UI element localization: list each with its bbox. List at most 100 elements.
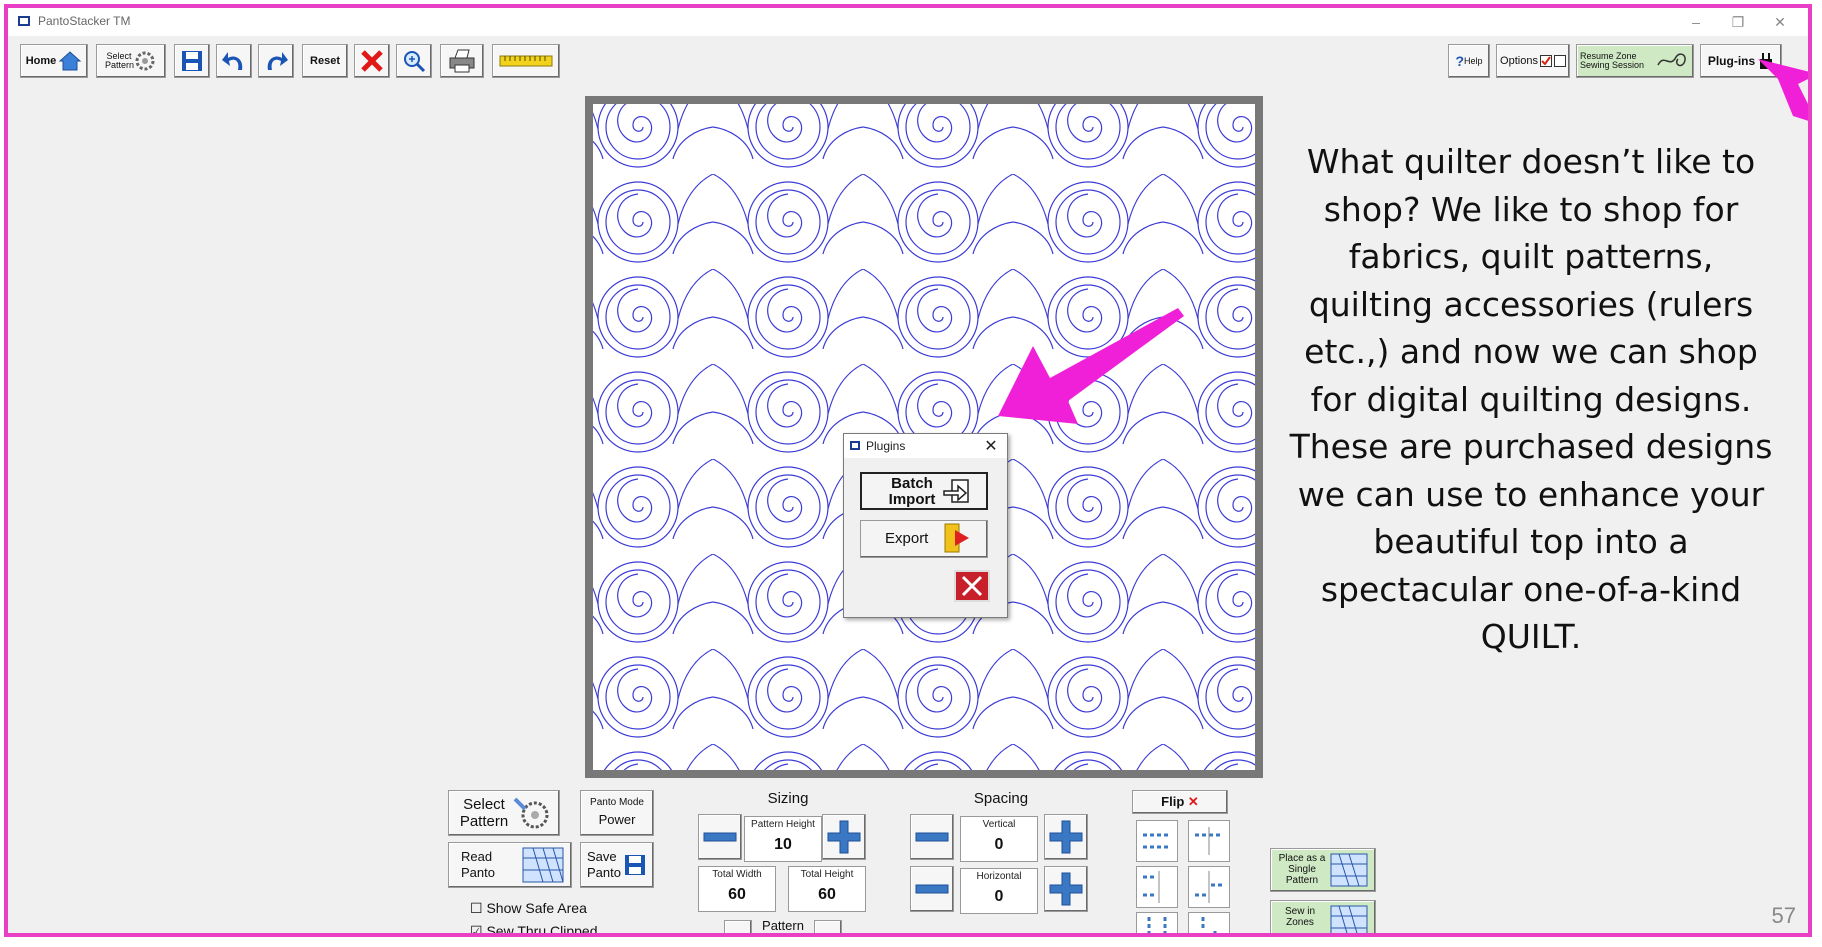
horizontal-spacing-increase-button[interactable] (1044, 866, 1088, 912)
dialog-app-icon (850, 441, 860, 450)
zoom-button[interactable] (396, 44, 432, 78)
red-x-icon (361, 50, 383, 72)
sew-in-zones-label: Sew in Zones (1284, 906, 1315, 928)
cancel-x-icon (961, 575, 983, 597)
export-label: Export (885, 530, 929, 547)
horizontal-spacing-field[interactable]: Horizontal 0 (960, 868, 1038, 914)
ruler-icon (499, 55, 553, 67)
plugins-label: Plug-ins (1707, 54, 1756, 68)
export-button[interactable]: Export (860, 520, 988, 558)
pattern-fitting-label: Pattern Fitting (762, 918, 804, 933)
reset-button[interactable]: Reset (302, 44, 348, 78)
flip-layout-icon (1143, 833, 1171, 849)
help-label: Help (1464, 55, 1483, 66)
app-icon (18, 16, 30, 26)
pattern-fitting-left-toggle[interactable] (724, 920, 752, 933)
pattern-height-value: 10 (774, 836, 792, 853)
printer-icon (449, 49, 475, 73)
flip-option-1-button[interactable] (1136, 820, 1178, 862)
redo-button[interactable] (258, 44, 294, 78)
import-icon (943, 479, 969, 503)
home-label: Home (25, 55, 57, 67)
pattern-height-field[interactable]: Pattern Height 10 (744, 816, 822, 862)
spacing-heading: Spacing (973, 790, 1029, 807)
pattern-fitting-right-toggle[interactable] (814, 920, 842, 933)
flip-layout-icon (1143, 871, 1160, 903)
save-panto-disk-icon (625, 855, 645, 875)
undo-icon (222, 52, 243, 70)
home-icon (58, 51, 82, 71)
flip-option-3-button[interactable] (1136, 866, 1178, 908)
place-single-label: Place as a Single Pattern (1278, 853, 1326, 886)
close-window-icon[interactable]: ✕ (1760, 10, 1800, 34)
plus-icon (1049, 820, 1083, 854)
flip-option-2-button[interactable] (1188, 820, 1230, 862)
minus-icon (915, 832, 949, 842)
main-toolbar: Home Select Pattern Reset ? Help Options… (8, 36, 1808, 86)
description-text: What quilter doesn’t like to shop? We li… (1289, 142, 1773, 656)
single-pattern-icon (1330, 853, 1368, 887)
pattern-height-increase-button[interactable] (822, 814, 866, 860)
options-button[interactable]: Options (1496, 44, 1570, 78)
magnifier-icon (404, 51, 426, 73)
save-button[interactable] (174, 44, 210, 78)
select-pattern-toolbar-button[interactable]: Select Pattern (96, 44, 166, 78)
redo-icon (267, 52, 288, 70)
show-safe-area-checkbox[interactable]: ☐ Show Safe Area (470, 900, 587, 917)
checkbox-empty-icon (1553, 55, 1566, 67)
sew-in-zones-button[interactable]: Sew in Zones (1270, 900, 1376, 933)
select-pattern-button[interactable]: Select Pattern (448, 790, 560, 836)
flip-layout-icon (1195, 827, 1223, 855)
show-safe-area-box-icon: ☐ (470, 900, 483, 916)
place-single-pattern-button[interactable]: Place as a Single Pattern (1270, 848, 1376, 892)
batch-import-button[interactable]: Batch Import (860, 472, 988, 510)
power-label: Power (598, 812, 636, 827)
restore-icon[interactable]: ❐ (1718, 10, 1758, 34)
floppy-disk-icon (182, 51, 202, 71)
home-button[interactable]: Home (20, 44, 88, 78)
flip-option-5-button[interactable] (1136, 912, 1178, 933)
horizontal-spacing-decrease-button[interactable] (910, 866, 954, 912)
delete-button[interactable] (354, 44, 390, 78)
flip-layout-icon (1147, 917, 1167, 933)
sew-thru-clipped-box-icon: ☑ (470, 923, 483, 937)
batch-import-label: Batch Import (888, 475, 936, 508)
help-button[interactable]: ? Help (1448, 44, 1490, 78)
panto-mode-power-button[interactable]: Panto Mode Power (580, 790, 654, 836)
print-button[interactable] (440, 44, 484, 78)
total-height-field[interactable]: Total Height 60 (788, 866, 866, 912)
export-door-icon (944, 523, 969, 553)
minus-icon (915, 884, 949, 894)
plugins-dialog-title: Plugins (866, 439, 906, 453)
flip-layout-icon (1201, 917, 1217, 933)
vertical-spacing-field[interactable]: Vertical 0 (960, 816, 1038, 862)
dialog-cancel-button[interactable] (954, 570, 990, 602)
sew-thru-clipped-checkbox[interactable]: ☑ Sew Thru Clipped (470, 923, 597, 937)
dialog-close-icon[interactable]: ✕ (981, 436, 1001, 456)
vertical-spacing-increase-button[interactable] (1044, 814, 1088, 860)
plugins-dialog: Plugins ✕ Batch Import Export (843, 433, 1008, 618)
panto-mode-label: Panto Mode (590, 797, 644, 808)
sizing-heading: Sizing (767, 790, 809, 807)
pattern-height-decrease-button[interactable] (698, 814, 742, 860)
minus-icon (703, 832, 737, 842)
vertical-spacing-decrease-button[interactable] (910, 814, 954, 860)
reset-label: Reset (310, 55, 340, 67)
select-pattern-label: Select Pattern (459, 796, 509, 830)
flip-option-6-button[interactable] (1188, 912, 1230, 933)
read-panto-button[interactable]: Read Panto (448, 842, 572, 888)
total-width-label: Total Width (712, 869, 762, 880)
total-width-field[interactable]: Total Width 60 (698, 866, 776, 912)
ruler-button[interactable] (492, 44, 560, 78)
dialog-pointer-arrow (998, 308, 1184, 424)
resume-zone-label: Resume Zone Sewing Session (1580, 51, 1645, 70)
horizontal-label: Horizontal (976, 871, 1022, 882)
slide-page-number: 57 (1771, 903, 1796, 928)
flip-option-4-button[interactable] (1188, 866, 1230, 908)
undo-button[interactable] (216, 44, 252, 78)
save-panto-button[interactable]: Save Panto (580, 842, 654, 888)
minimize-icon[interactable]: – (1676, 10, 1716, 34)
select-pattern-toolbar-label: Select Pattern (105, 51, 135, 70)
flip-button[interactable]: Flip ✕ (1132, 790, 1228, 814)
resume-zone-button[interactable]: Resume Zone Sewing Session (1576, 44, 1694, 78)
